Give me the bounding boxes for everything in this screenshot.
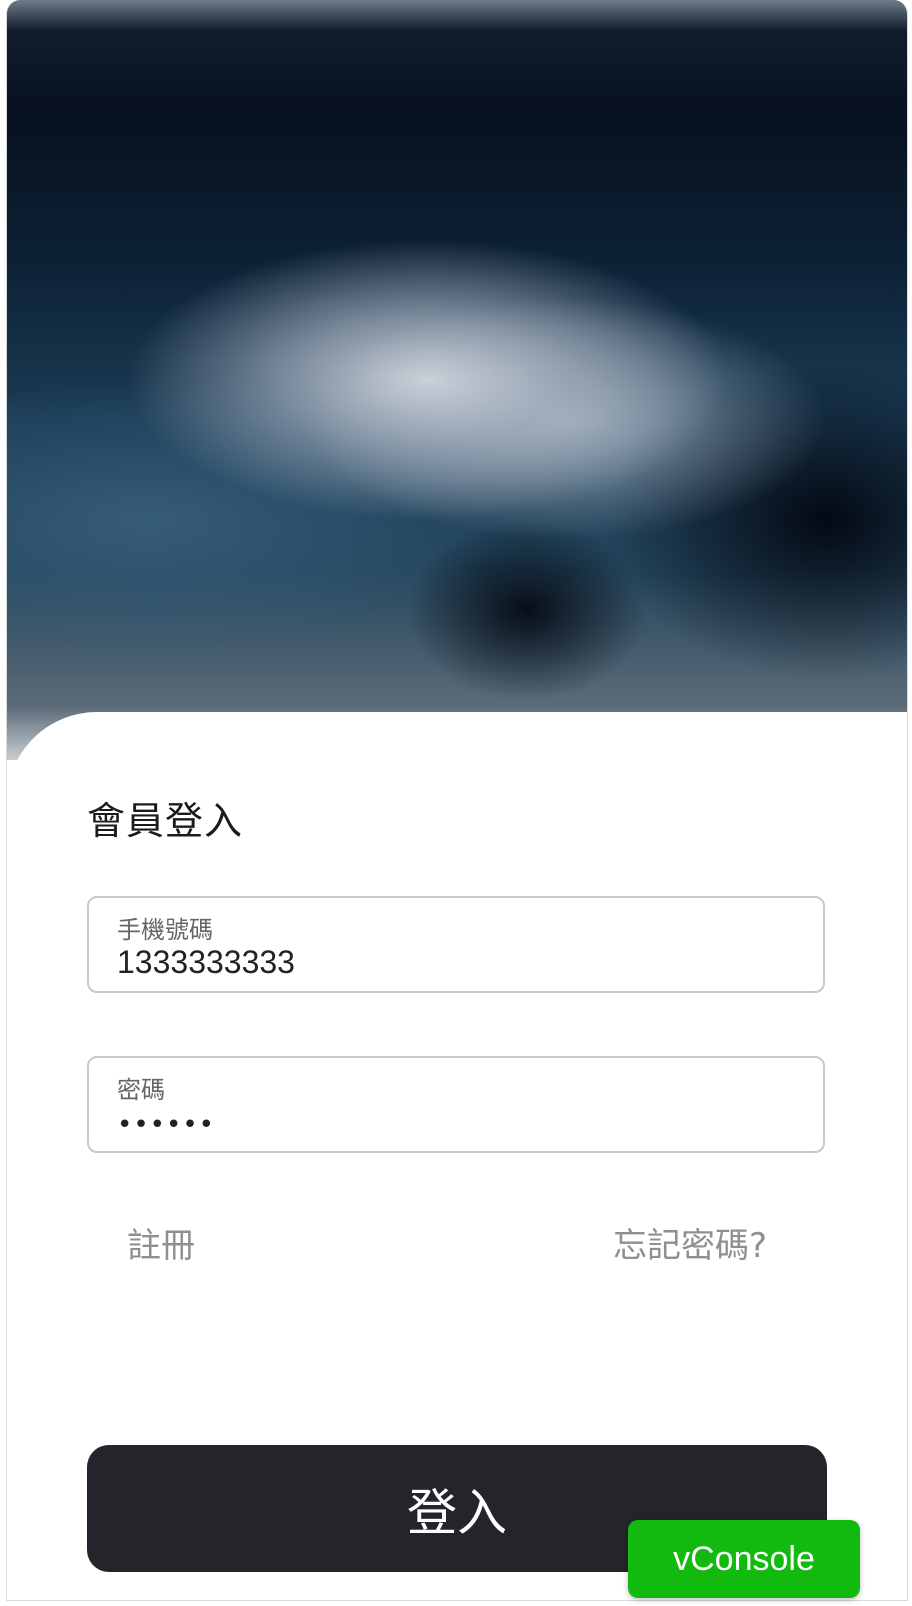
- page-title: 會員登入: [87, 799, 244, 843]
- forgot-password-link[interactable]: 忘記密碼?: [613, 1218, 767, 1267]
- vconsole-button[interactable]: vConsole: [628, 1520, 860, 1598]
- phone-field-value[interactable]: 1333333333: [117, 944, 295, 981]
- register-link[interactable]: 註冊: [127, 1218, 195, 1267]
- password-field[interactable]: 密碼 ••••••: [87, 1056, 825, 1153]
- phone-field-label: 手機號碼: [117, 916, 213, 944]
- phone-field[interactable]: 手機號碼 1333333333: [87, 896, 825, 993]
- password-field-label: 密碼: [117, 1076, 165, 1104]
- password-field-value[interactable]: ••••••: [117, 1110, 215, 1140]
- app-frame: 會員登入 手機號碼 1333333333 密碼 •••••• 註冊 忘記密碼? …: [6, 0, 908, 1601]
- header-background-image: [7, 0, 907, 760]
